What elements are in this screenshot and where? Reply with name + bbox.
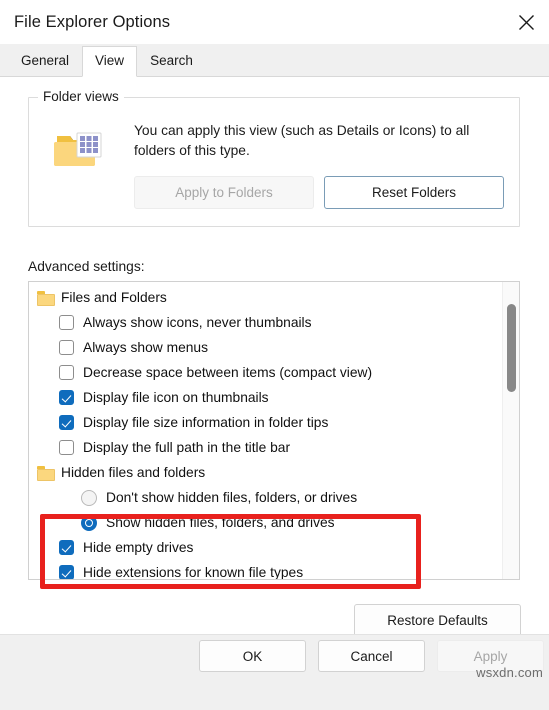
list-item-always-show-menus[interactable]: Always show menus	[29, 335, 501, 360]
advanced-settings-list[interactable]: Files and Folders Always show icons, nev…	[28, 281, 520, 580]
list-item-hide-extensions-for-known-file-types[interactable]: Hide extensions for known file types	[29, 560, 501, 580]
list-item-label: Hide empty drives	[83, 540, 194, 555]
list-item-label: Display file icon on thumbnails	[83, 390, 269, 405]
apply-to-folders-button[interactable]: Apply to Folders	[134, 176, 314, 209]
reset-folders-button[interactable]: Reset Folders	[324, 176, 504, 209]
list-item-display-file-icon-on-thumbnails[interactable]: Display file icon on thumbnails	[29, 385, 501, 410]
ok-button[interactable]: OK	[199, 640, 306, 672]
list-item-label: Always show menus	[83, 340, 208, 355]
close-button[interactable]	[503, 0, 549, 44]
advanced-settings-list-inner: Files and Folders Always show icons, nev…	[29, 282, 501, 580]
list-item-always-show-icons[interactable]: Always show icons, never thumbnails	[29, 310, 501, 335]
title-bar: File Explorer Options	[0, 0, 549, 44]
radio-unselected-icon[interactable]	[81, 489, 97, 506]
window-title: File Explorer Options	[14, 12, 171, 31]
folder-icon	[37, 466, 55, 481]
checkbox-checked-icon[interactable]	[59, 565, 74, 579]
checkbox-unchecked-icon[interactable]	[59, 315, 74, 330]
list-item-label: Don't show hidden files, folders, or dri…	[106, 490, 358, 505]
checkbox-checked-icon[interactable]	[59, 540, 74, 555]
list-item-hide-empty-drives[interactable]: Hide empty drives	[29, 535, 501, 560]
close-icon	[518, 14, 535, 31]
tab-search[interactable]: Search	[137, 48, 206, 76]
list-item-label: Always show icons, never thumbnails	[83, 315, 312, 330]
list-item-show-hidden-files[interactable]: Show hidden files, folders, and drives	[29, 510, 501, 535]
list-item-label: Show hidden files, folders, and drives	[106, 515, 335, 530]
dialog-body: Folder views You can apply this view (su…	[0, 76, 549, 710]
list-item-label: Display file size information in folder …	[83, 415, 329, 430]
list-item-label: Files and Folders	[61, 290, 167, 305]
restore-defaults-button[interactable]: Restore Defaults	[354, 604, 521, 637]
scrollbar-thumb[interactable]	[507, 304, 516, 392]
checkbox-checked-icon[interactable]	[59, 415, 74, 430]
list-item-label: Hide extensions for known file types	[83, 565, 304, 580]
checkbox-checked-icon[interactable]	[59, 390, 74, 405]
tab-view[interactable]: View	[82, 46, 138, 77]
tab-strip: General View Search	[0, 44, 549, 77]
list-item-display-full-path-in-title-bar[interactable]: Display the full path in the title bar	[29, 435, 501, 460]
dialog-footer: OK Cancel Apply	[0, 634, 549, 710]
advanced-settings-label: Advanced settings:	[28, 259, 145, 274]
checkbox-unchecked-icon[interactable]	[59, 340, 74, 355]
checkbox-unchecked-icon[interactable]	[59, 440, 74, 455]
list-item-label: Decrease space between items (compact vi…	[83, 365, 373, 380]
list-item-label: Hidden files and folders	[61, 465, 206, 480]
list-item-display-file-size-information[interactable]: Display file size information in folder …	[29, 410, 501, 435]
folder-with-grid-icon	[53, 126, 107, 174]
folder-views-legend: Folder views	[38, 89, 124, 104]
folder-views-group: Folder views You can apply this view (su…	[28, 89, 520, 227]
tab-general[interactable]: General	[8, 48, 83, 76]
list-item-group-files-and-folders[interactable]: Files and Folders	[29, 285, 501, 310]
checkbox-unchecked-icon[interactable]	[59, 365, 74, 380]
watermark: wsxdn.com	[476, 665, 543, 680]
list-item-dont-show-hidden-files[interactable]: Don't show hidden files, folders, or dri…	[29, 485, 501, 510]
cancel-button[interactable]: Cancel	[318, 640, 425, 672]
list-item-decrease-space-between-items[interactable]: Decrease space between items (compact vi…	[29, 360, 501, 385]
list-scrollbar[interactable]	[502, 282, 519, 579]
radio-selected-icon[interactable]	[81, 514, 97, 531]
list-item-group-hidden-files-and-folders[interactable]: Hidden files and folders	[29, 460, 501, 485]
folder-icon	[37, 291, 55, 306]
folder-views-description: You can apply this view (such as Details…	[134, 123, 470, 158]
list-item-label: Display the full path in the title bar	[83, 440, 291, 455]
